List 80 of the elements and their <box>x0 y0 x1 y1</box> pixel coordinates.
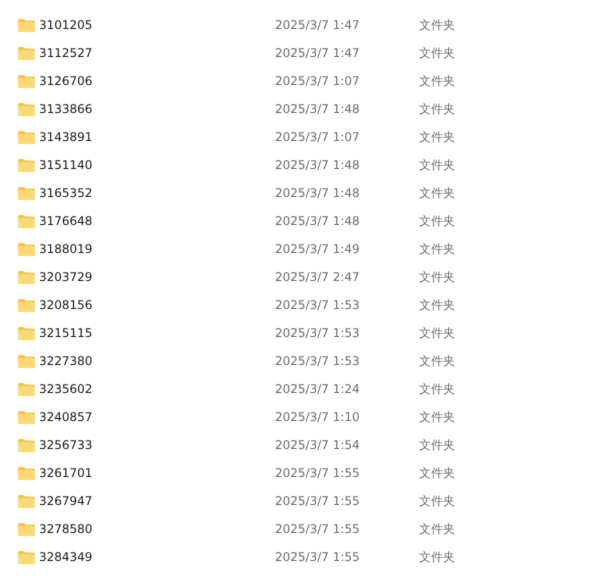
modified-date: 2025/3/7 1:48 <box>275 186 361 200</box>
folder-icon <box>18 186 35 200</box>
folder-icon <box>18 410 35 424</box>
modified-date: 2025/3/7 1:53 <box>275 326 361 340</box>
file-type: 文件夹 <box>419 16 456 34</box>
file-name[interactable]: 3133866 <box>35 102 275 116</box>
file-name[interactable]: 3284349 <box>35 550 275 564</box>
folder-icon <box>18 326 35 340</box>
folder-icon <box>18 270 35 284</box>
file-name[interactable]: 3203729 <box>35 270 275 284</box>
folder-icon <box>18 130 35 144</box>
file-type: 文件夹 <box>419 156 456 174</box>
file-type: 文件夹 <box>419 380 456 398</box>
modified-date: 2025/3/7 1:47 <box>275 18 361 32</box>
modified-date: 2025/3/7 1:47 <box>275 46 361 60</box>
file-name[interactable]: 3176648 <box>35 214 275 228</box>
modified-date: 2025/3/7 1:55 <box>275 494 361 508</box>
modified-date: 2025/3/7 1:48 <box>275 158 361 172</box>
file-name[interactable]: 3235602 <box>35 382 275 396</box>
file-type: 文件夹 <box>419 492 456 510</box>
modified-date: 2025/3/7 1:48 <box>275 102 361 116</box>
file-name[interactable]: 3267947 <box>35 494 275 508</box>
file-name[interactable]: 3151140 <box>35 158 275 172</box>
file-type: 文件夹 <box>419 184 456 202</box>
file-type: 文件夹 <box>419 464 456 482</box>
modified-date: 2025/3/7 1:07 <box>275 130 361 144</box>
file-type: 文件夹 <box>419 240 456 258</box>
file-type: 文件夹 <box>419 324 456 342</box>
modified-date: 2025/3/7 2:47 <box>275 270 361 284</box>
file-name[interactable]: 3208156 <box>35 298 275 312</box>
file-name[interactable]: 3278580 <box>35 522 275 536</box>
modified-date: 2025/3/7 1:24 <box>275 382 361 396</box>
folder-icon <box>18 522 35 536</box>
modified-date: 2025/3/7 1:54 <box>275 438 361 452</box>
file-type: 文件夹 <box>419 520 456 538</box>
file-type: 文件夹 <box>419 296 456 314</box>
modified-date: 2025/3/7 1:53 <box>275 354 361 368</box>
file-type: 文件夹 <box>419 128 456 146</box>
file-type: 文件夹 <box>419 72 456 90</box>
file-name[interactable]: 3126706 <box>35 74 275 88</box>
file-name[interactable]: 3215115 <box>35 326 275 340</box>
file-name[interactable]: 3227380 <box>35 354 275 368</box>
folder-icon <box>18 102 35 116</box>
file-name[interactable]: 3256733 <box>35 438 275 452</box>
file-type: 文件夹 <box>419 408 456 426</box>
modified-date: 2025/3/7 1:48 <box>275 214 361 228</box>
folder-icon <box>18 550 35 564</box>
file-name[interactable]: 3101205 <box>35 18 275 32</box>
file-type: 文件夹 <box>419 44 456 62</box>
file-name[interactable]: 3240857 <box>35 410 275 424</box>
folder-icon <box>18 18 35 32</box>
file-name[interactable]: 3143891 <box>35 130 275 144</box>
modified-date: 2025/3/7 1:55 <box>275 550 361 564</box>
file-name[interactable]: 3165352 <box>35 186 275 200</box>
file-type: 文件夹 <box>419 212 456 230</box>
folder-icon <box>18 494 35 508</box>
file-type: 文件夹 <box>419 352 456 370</box>
file-type: 文件夹 <box>419 100 456 118</box>
folder-icon <box>18 382 35 396</box>
folder-icon <box>18 158 35 172</box>
modified-date: 2025/3/7 1:07 <box>275 74 361 88</box>
folder-icon <box>18 46 35 60</box>
modified-date: 2025/3/7 1:55 <box>275 522 361 536</box>
modified-date: 2025/3/7 1:49 <box>275 242 361 256</box>
modified-date: 2025/3/7 1:55 <box>275 466 361 480</box>
modified-date: 2025/3/7 1:53 <box>275 298 361 312</box>
file-name[interactable]: 3261701 <box>35 466 275 480</box>
file-name[interactable]: 3188019 <box>35 242 275 256</box>
file-type: 文件夹 <box>419 268 456 286</box>
folder-icon <box>18 466 35 480</box>
modified-date: 2025/3/7 1:10 <box>275 410 361 424</box>
folder-icon <box>18 298 35 312</box>
folder-icon <box>18 354 35 368</box>
file-type: 文件夹 <box>419 436 456 454</box>
file-name[interactable]: 3112527 <box>35 46 275 60</box>
file-type: 文件夹 <box>419 548 456 566</box>
folder-icon <box>18 214 35 228</box>
folder-icon <box>18 438 35 452</box>
folder-icon <box>18 74 35 88</box>
folder-icon <box>18 242 35 256</box>
